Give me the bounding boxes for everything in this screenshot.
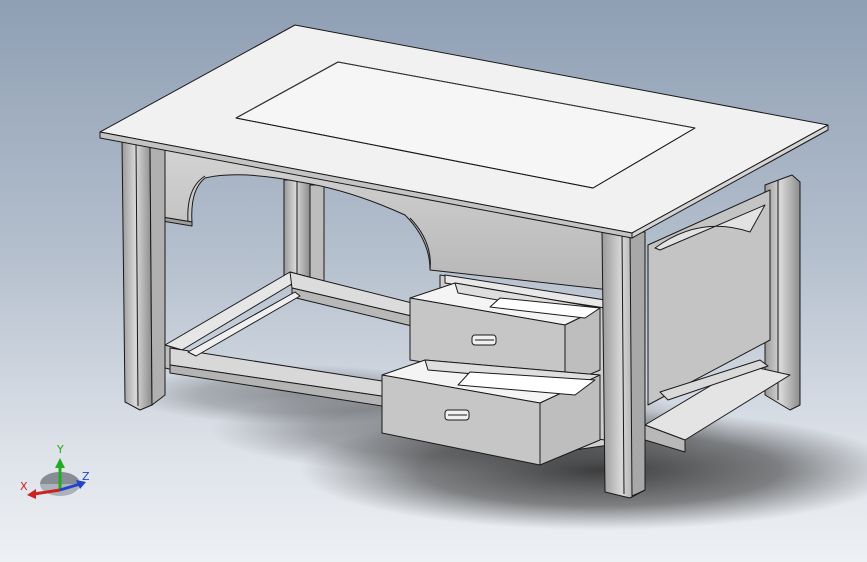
3d-model-view[interactable] — [0, 0, 867, 562]
front-right-leg — [601, 229, 646, 499]
triad-y-label: Y — [56, 443, 64, 456]
graphics-viewport[interactable]: Y X Z — [0, 0, 867, 562]
coordinate-triad-icon: Y X Z — [20, 443, 90, 499]
triad-x-label: X — [20, 480, 28, 493]
upper-drawer-handle[interactable] — [471, 334, 497, 346]
back-left-leg — [283, 179, 325, 286]
lower-drawer-handle[interactable] — [444, 409, 470, 421]
table-top[interactable] — [99, 24, 829, 239]
triad-z-label: Z — [82, 470, 90, 483]
front-left-leg — [121, 139, 166, 411]
